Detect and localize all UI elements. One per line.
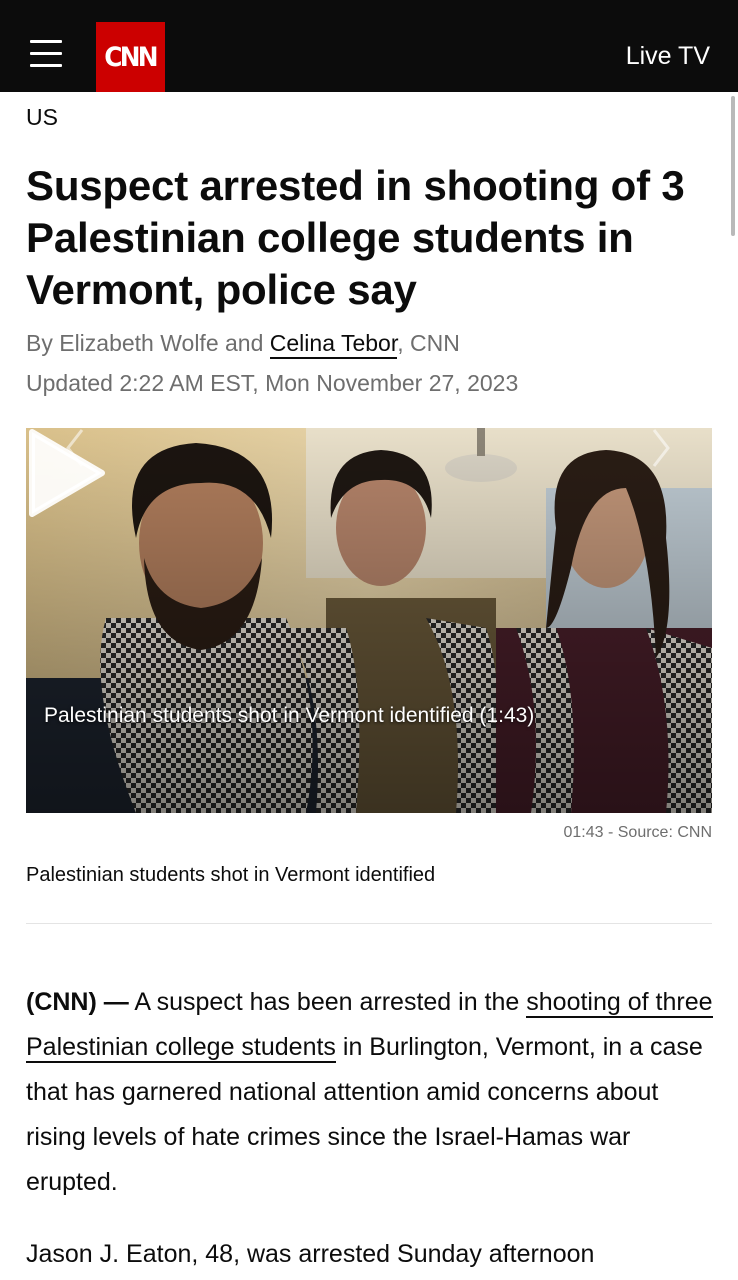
- byline-prefix: By Elizabeth Wolfe and: [26, 330, 270, 356]
- updated-timestamp: Updated 2:22 AM EST, Mon November 27, 20…: [26, 370, 519, 396]
- video-duration-source: 01:43 - Source: CNN: [563, 824, 712, 841]
- cnn-logo[interactable]: CNN: [96, 22, 165, 92]
- live-tv-link[interactable]: Live TV: [626, 42, 710, 71]
- paragraph-text: A suspect has been arrested in the: [128, 988, 527, 1016]
- author-link[interactable]: Celina Tebor: [269, 330, 398, 359]
- logo-text: CNN: [104, 41, 159, 73]
- scrollbar[interactable]: [731, 96, 735, 236]
- video-player[interactable]: Palestinian students shot in Vermont ide…: [26, 428, 712, 813]
- byline-suffix: , CNN: [397, 330, 460, 356]
- chevron-right-icon[interactable]: [650, 428, 672, 468]
- video-caption: Palestinian students shot in Vermont ide…: [26, 864, 436, 886]
- play-icon[interactable]: [26, 428, 106, 518]
- divider: [26, 923, 712, 924]
- section-label[interactable]: US: [26, 104, 58, 131]
- top-nav-bar: CNN Live TV: [0, 0, 738, 92]
- video-overlay-title: Palestinian students shot in Vermont ide…: [44, 704, 535, 727]
- article-paragraph: Jason J. Eaton, 48, was arrested Sunday …: [26, 1240, 595, 1268]
- video-thumbnail: [26, 428, 712, 813]
- article-paragraph: (CNN) — A suspect has been arrested in t…: [26, 980, 716, 1205]
- hamburger-menu-icon[interactable]: [30, 38, 64, 72]
- article-headline: Suspect arrested in shooting of 3 Palest…: [26, 162, 685, 313]
- dateline: (CNN) —: [26, 988, 129, 1016]
- byline: By Elizabeth Wolfe and Celina Tebor, CNN: [26, 330, 460, 359]
